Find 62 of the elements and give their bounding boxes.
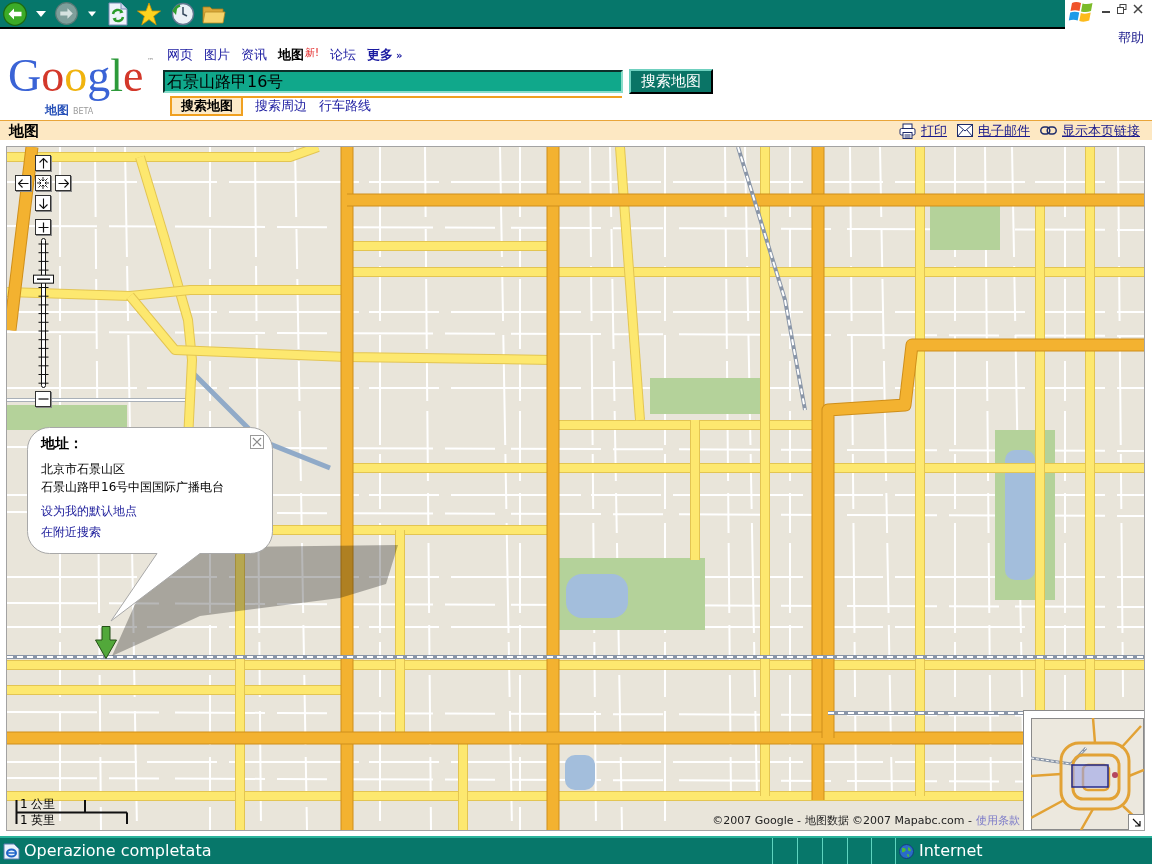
address-line: 北京市石景山区 bbox=[41, 461, 125, 478]
copyright-text: ©2007 Google - 地图数据 ©2007 Mapabc.com - 使用条款 bbox=[712, 814, 1020, 827]
logo-wordmark[interactable]: Google bbox=[8, 49, 144, 103]
scale-label: 1 公里 bbox=[20, 796, 56, 812]
search-tab[interactable]: 搜索周边 bbox=[255, 98, 307, 116]
globe-icon bbox=[899, 843, 914, 859]
center-map-button[interactable] bbox=[35, 175, 51, 191]
beta-label: BETA bbox=[73, 107, 94, 117]
zoom-in-button[interactable] bbox=[35, 219, 51, 235]
search-tab[interactable]: 行车路线 bbox=[319, 98, 371, 116]
minus-icon bbox=[37, 398, 49, 400]
caret-icon[interactable] bbox=[88, 10, 96, 17]
action-link[interactable]: 显示本页链接 bbox=[1062, 122, 1140, 139]
clock-icon[interactable] bbox=[171, 1, 195, 26]
info-title: 地址： bbox=[41, 434, 83, 452]
caret-icon[interactable] bbox=[36, 10, 46, 17]
zone-text: Internet bbox=[919, 841, 983, 861]
restore-icon[interactable] bbox=[1117, 4, 1127, 14]
page-icon bbox=[3, 842, 20, 860]
corner-arrow-icon bbox=[1132, 818, 1141, 827]
chain-link-icon[interactable] bbox=[1040, 126, 1057, 135]
status-text: Operazione completata bbox=[24, 841, 212, 861]
folder-icon[interactable] bbox=[202, 3, 226, 24]
product-name: 地图 bbox=[45, 103, 69, 117]
nav-link[interactable]: 地图 bbox=[278, 47, 304, 63]
left-arrow-icon bbox=[17, 177, 29, 189]
right-arrow-icon bbox=[57, 177, 69, 189]
map-marker-icon[interactable] bbox=[95, 626, 117, 659]
nav-link[interactable]: 网页 bbox=[167, 47, 193, 63]
pan-right-button[interactable] bbox=[55, 175, 71, 191]
scale-label: 1 英里 bbox=[20, 812, 56, 828]
zoom-slider-thumb[interactable] bbox=[33, 274, 54, 284]
plus-icon bbox=[37, 221, 49, 233]
action-link[interactable]: 打印 bbox=[921, 122, 947, 139]
nav-link[interactable]: 更多 » bbox=[367, 46, 403, 64]
nav-link[interactable]: 资讯 bbox=[241, 47, 267, 63]
help-link[interactable]: 帮助 bbox=[1118, 30, 1144, 45]
address-line: 石景山路甲16号中国国际广播电台 bbox=[41, 479, 225, 496]
zoom-slider[interactable] bbox=[33, 238, 54, 388]
search-field[interactable]: 石景山路甲16号 bbox=[163, 70, 623, 93]
new-label: 新! bbox=[305, 47, 319, 58]
envelope-icon[interactable] bbox=[957, 124, 973, 137]
star-icon[interactable] bbox=[137, 1, 161, 26]
up-arrow-icon bbox=[37, 157, 49, 169]
search-maps-button[interactable]: 搜索地图 bbox=[629, 69, 713, 94]
refresh-page-icon[interactable] bbox=[108, 1, 128, 26]
info-link[interactable]: 设为我的默认地点 bbox=[41, 502, 137, 520]
zoom-out-button[interactable] bbox=[35, 391, 51, 407]
nav-link[interactable]: 论坛 bbox=[330, 47, 356, 63]
down-arrow-icon bbox=[37, 197, 49, 209]
search-tab[interactable]: 搜索地图 bbox=[170, 98, 243, 116]
action-link[interactable]: 电子邮件 bbox=[978, 122, 1030, 139]
pan-left-button[interactable] bbox=[15, 175, 31, 191]
printer-icon[interactable] bbox=[899, 122, 916, 139]
pan-down-button[interactable] bbox=[35, 195, 51, 211]
pan-up-button[interactable] bbox=[35, 155, 51, 171]
section-title: 地图 bbox=[9, 121, 39, 140]
overview-toggle-button[interactable] bbox=[1128, 814, 1144, 830]
nav-link[interactable]: 图片 bbox=[204, 47, 230, 63]
four-arrows-icon bbox=[37, 177, 49, 189]
close-icon[interactable] bbox=[1133, 4, 1143, 14]
info-link[interactable]: 在附近搜索 bbox=[41, 523, 101, 541]
